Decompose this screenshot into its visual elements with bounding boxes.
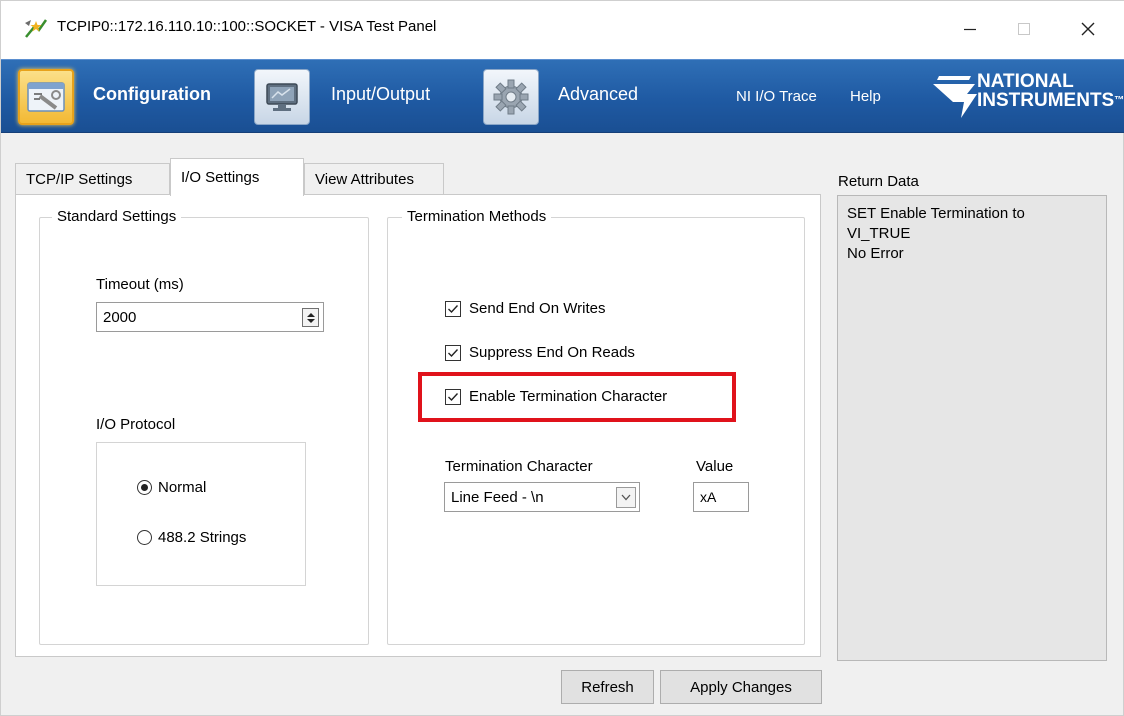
gear-icon	[493, 79, 529, 115]
termination-character-label: Termination Character	[445, 458, 593, 475]
radio-normal[interactable]	[137, 480, 152, 495]
termination-character-select[interactable]: Line Feed - \n	[444, 482, 640, 512]
return-data-label: Return Data	[838, 173, 919, 190]
suppress-end-on-reads-checkbox[interactable]	[445, 344, 461, 361]
configuration-button[interactable]	[18, 69, 74, 125]
maximize-button[interactable]	[999, 9, 1049, 49]
window-title: TCPIP0::172.16.110.10::100::SOCKET - VIS…	[57, 18, 437, 35]
termination-value-field[interactable]: xA	[693, 482, 749, 512]
checkmark-icon	[448, 304, 459, 313]
logo-tm: ™	[1114, 95, 1124, 106]
monitor-icon	[266, 83, 298, 111]
logo-line1: NATIONAL	[977, 71, 1074, 92]
send-end-on-writes-label: Send End On Writes	[469, 300, 606, 317]
timeout-label: Timeout (ms)	[96, 276, 184, 293]
io-settings-panel: Standard Settings Timeout (ms) 2000 I/O …	[15, 194, 821, 657]
termination-character-value[interactable]: Line Feed - \n	[451, 489, 544, 506]
timeout-stepper[interactable]	[302, 308, 319, 327]
apply-changes-button[interactable]: Apply Changes	[660, 670, 822, 704]
tab-view-attributes[interactable]: View Attributes	[304, 163, 444, 195]
minimize-button[interactable]	[945, 9, 995, 49]
minimize-icon	[964, 28, 976, 31]
main-toolbar: Configuration Input/Output Advanced NI I…	[1, 59, 1124, 133]
return-data-box[interactable]: SET Enable Termination to VI_TRUE No Err…	[837, 195, 1107, 661]
tab-tcpip-settings[interactable]: TCP/IP Settings	[15, 163, 170, 195]
send-end-on-writes-option[interactable]: Send End On Writes	[445, 300, 605, 317]
termination-value-text[interactable]: xA	[700, 489, 716, 505]
logo-line2: INSTRUMENTS	[977, 90, 1115, 111]
tab-io-settings[interactable]: I/O Settings	[170, 158, 304, 196]
checkmark-icon	[448, 348, 459, 357]
termination-methods-title: Termination Methods	[402, 208, 552, 225]
timeout-spinbox[interactable]: 2000	[96, 302, 324, 332]
return-data-line: VI_TRUE	[847, 225, 911, 242]
increment-arrow-icon[interactable]	[306, 312, 315, 317]
standard-settings-group: Standard Settings Timeout (ms) 2000 I/O …	[39, 208, 369, 645]
suppress-end-on-reads-label: Suppress End On Reads	[469, 344, 635, 361]
chevron-down-icon	[621, 494, 631, 501]
suppress-end-on-reads-option[interactable]: Suppress End On Reads	[445, 344, 635, 361]
termination-methods-group: Termination Methods Send End On Writes S…	[387, 208, 805, 645]
close-icon	[1081, 22, 1095, 36]
standard-settings-title: Standard Settings	[52, 208, 182, 225]
radio-4882-strings[interactable]	[137, 530, 152, 545]
return-data-line: No Error	[847, 245, 904, 262]
title-bar: TCPIP0::172.16.110.10::100::SOCKET - VIS…	[1, 1, 1124, 59]
toolbar-label-advanced[interactable]: Advanced	[558, 84, 638, 105]
refresh-button[interactable]: Refresh	[561, 670, 654, 704]
send-end-on-writes-checkbox[interactable]	[445, 300, 461, 317]
ni-io-trace-link[interactable]: NI I/O Trace	[736, 88, 817, 105]
protocol-normal-label: Normal	[158, 479, 207, 496]
app-icon	[25, 19, 48, 38]
io-protocol-box: Normal 488.2 Strings	[96, 442, 306, 586]
protocol-4882-option[interactable]: 488.2 Strings	[137, 529, 246, 546]
close-button[interactable]	[1063, 9, 1113, 49]
decrement-arrow-icon[interactable]	[306, 318, 315, 323]
protocol-4882-label: 488.2 Strings	[158, 529, 247, 546]
toolbar-label-configuration[interactable]: Configuration	[93, 84, 211, 105]
protocol-normal-option[interactable]: Normal	[137, 479, 206, 496]
highlight-box	[418, 372, 736, 422]
visa-test-panel-window: TCPIP0::172.16.110.10::100::SOCKET - VIS…	[0, 0, 1124, 716]
help-link[interactable]: Help	[850, 88, 881, 105]
toolbar-label-input-output[interactable]: Input/Output	[331, 84, 430, 105]
advanced-button[interactable]	[483, 69, 539, 125]
configuration-icon	[27, 82, 65, 112]
national-instruments-logo-text: NATIONAL INSTRUMENTS™	[977, 72, 1124, 110]
timeout-value[interactable]: 2000	[103, 309, 136, 326]
return-data-line: SET Enable Termination to	[847, 205, 1025, 222]
value-label: Value	[696, 458, 734, 475]
io-protocol-label: I/O Protocol	[96, 416, 176, 433]
input-output-button[interactable]	[254, 69, 310, 125]
dropdown-button[interactable]	[616, 487, 636, 508]
maximize-icon	[1018, 23, 1030, 35]
